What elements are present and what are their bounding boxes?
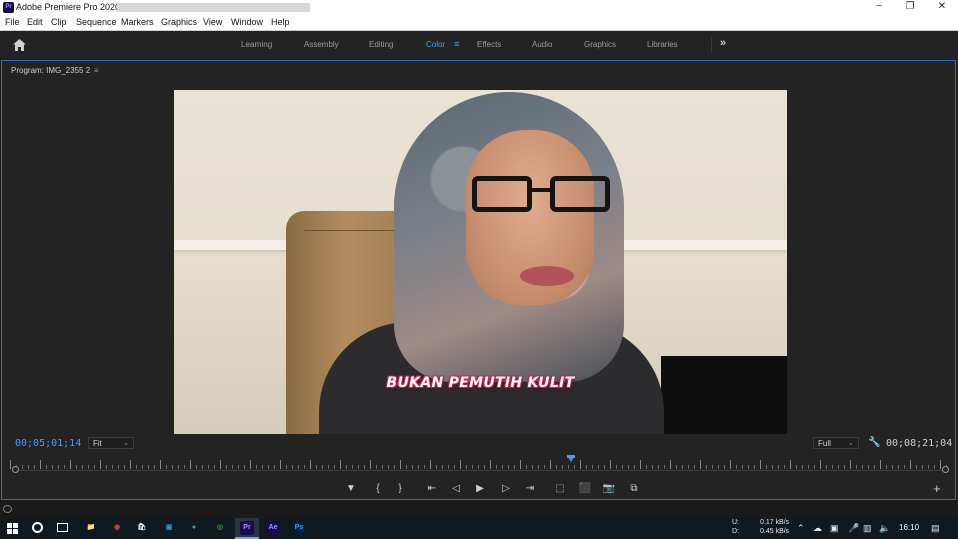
windows-taskbar: 📁 ◉ 🛍 ▣ ● ◎ Pr Ae Ps U: D: 0.17 kB/s 0.4… [0, 518, 958, 539]
close-button[interactable]: ✕ [927, 0, 957, 15]
program-monitor-title[interactable]: Program: IMG_2355 2 [11, 66, 90, 75]
window-title: Adobe Premiere Pro 2020 - [16, 2, 126, 12]
add-marker-button[interactable]: ▼ [343, 482, 359, 496]
mark-in-button[interactable]: { [370, 482, 386, 496]
zoom-scroll-track[interactable] [16, 470, 946, 471]
volume-icon[interactable]: 🔈 [879, 523, 890, 534]
eyeglasses [472, 176, 620, 216]
workspace-tab-audio[interactable]: Audio [532, 40, 552, 49]
menu-sequence[interactable]: Sequence [76, 17, 117, 27]
chrome-icon[interactable]: ◉ [110, 521, 124, 535]
app-green-icon[interactable]: ◎ [213, 521, 227, 535]
menu-view[interactable]: View [203, 17, 222, 27]
program-monitor-panel: Program: IMG_2355 2 ≡ BUKAN PEMUTIH KULI… [1, 60, 956, 500]
settings-wrench-icon[interactable]: 🔧 [868, 437, 880, 448]
upload-speed: 0.17 kB/s [760, 519, 790, 526]
download-label: D: [732, 528, 739, 535]
comparison-view-button[interactable]: ⧉ [626, 482, 642, 496]
video-subtitle: BUKAN PEMUTIH KULIT [386, 375, 575, 391]
workspace-tab-libraries[interactable]: Libraries [647, 40, 678, 49]
chevron-down-icon: ⌄ [848, 440, 854, 447]
mark-out-button[interactable]: } [392, 482, 408, 496]
workspace-tab-color[interactable]: Color [426, 40, 445, 49]
step-back-button[interactable]: ◁ [448, 482, 464, 496]
step-forward-button[interactable]: ▷ [498, 482, 514, 496]
menu-markers[interactable]: Markers [121, 17, 154, 27]
task-view-icon[interactable] [57, 523, 68, 532]
workspace-tab-editing[interactable]: Editing [369, 40, 393, 49]
play-button[interactable]: ▶ [472, 482, 488, 496]
go-to-out-button[interactable]: ⇥ [522, 482, 538, 496]
time-ruler-major-ticks [10, 460, 948, 469]
menu-clip[interactable]: Clip [51, 17, 67, 27]
title-bar: Pr Adobe Premiere Pro 2020 - − ❐ ✕ [0, 0, 958, 15]
minimize-button[interactable]: − [864, 0, 894, 15]
zoom-scroll-start-handle[interactable] [12, 466, 19, 473]
photoshop-taskbar-icon[interactable]: Ps [292, 521, 306, 535]
menu-graphics[interactable]: Graphics [161, 17, 197, 27]
playback-resolution-dropdown[interactable]: Full ⌄ [813, 437, 859, 449]
menu-bar: File Edit Clip Sequence Markers Graphics… [0, 15, 958, 31]
glasses-bridge [530, 188, 552, 192]
workspace-tab-graphics[interactable]: Graphics [584, 40, 616, 49]
onedrive-cloud-icon[interactable]: ☁ [813, 523, 822, 534]
store-icon[interactable]: 🛍 [135, 521, 149, 535]
menu-edit[interactable]: Edit [27, 17, 43, 27]
workspace-tab-assembly[interactable]: Assembly [304, 40, 339, 49]
upload-label: U: [732, 519, 739, 526]
maximize-button[interactable]: ❐ [895, 0, 925, 15]
zoom-level-dropdown[interactable]: Fit ⌄ [88, 437, 134, 449]
video-frame[interactable]: BUKAN PEMUTIH KULIT [174, 90, 787, 434]
render-status-icon[interactable] [3, 505, 12, 513]
network-icon[interactable]: ▣ [830, 523, 839, 534]
premiere-app-icon: Pr [3, 2, 14, 13]
file-explorer-icon[interactable]: 📁 [84, 521, 98, 535]
workspace-bar: Learning Assembly Editing Color ≡ Effect… [0, 31, 958, 59]
chevron-up-icon[interactable]: ⌃ [797, 523, 805, 534]
black-document-tray [661, 356, 787, 434]
export-frame-camera-icon[interactable]: 📷 [601, 482, 617, 496]
button-editor-add-button[interactable]: + [933, 481, 941, 496]
spotify-icon[interactable]: ● [187, 521, 201, 535]
menu-file[interactable]: File [5, 17, 20, 27]
person-lips [520, 266, 574, 286]
playhead-indicator[interactable] [566, 455, 575, 462]
panel-menu-icon[interactable]: ≡ [94, 66, 99, 75]
action-center-icon[interactable]: ▤ [931, 523, 940, 534]
workspace-tab-effects[interactable]: Effects [477, 40, 501, 49]
workspace-overflow-icon[interactable]: » [720, 37, 726, 49]
right-lens [550, 176, 610, 212]
download-speed: 0.45 kB/s [760, 528, 790, 535]
workspace-tab-learning[interactable]: Learning [241, 40, 272, 49]
zoom-scroll-end-handle[interactable] [942, 466, 949, 473]
insert-button[interactable]: ⬚ [552, 482, 568, 496]
overwrite-button[interactable]: ⬛ [577, 482, 593, 496]
windows-start-icon[interactable] [7, 523, 18, 534]
wifi-icon[interactable]: ▥ [863, 523, 872, 534]
workspace-divider [711, 37, 712, 53]
app-blue-icon[interactable]: ▣ [162, 521, 176, 535]
menu-help[interactable]: Help [271, 17, 290, 27]
redacted-project-path [117, 3, 310, 12]
zoom-level-value: Fit [93, 439, 102, 448]
left-lens [472, 176, 532, 212]
microphone-icon[interactable]: 🎤 [848, 523, 859, 534]
cortana-search-icon[interactable] [32, 522, 43, 533]
duration-timecode: 00;08;21;04 [886, 438, 953, 449]
system-clock[interactable]: 16:10 [899, 523, 919, 532]
premiere-taskbar-icon[interactable]: Pr [240, 521, 254, 535]
workspace-menu-icon[interactable]: ≡ [454, 39, 459, 49]
playback-resolution-value: Full [818, 439, 831, 448]
go-to-in-button[interactable]: ⇤ [424, 482, 440, 496]
after-effects-taskbar-icon[interactable]: Ae [266, 521, 280, 535]
current-timecode[interactable]: 00;05;01;14 [15, 438, 81, 449]
status-bar [0, 501, 958, 518]
home-icon[interactable] [13, 39, 26, 51]
menu-window[interactable]: Window [231, 17, 263, 27]
chevron-down-icon: ⌄ [123, 440, 129, 447]
